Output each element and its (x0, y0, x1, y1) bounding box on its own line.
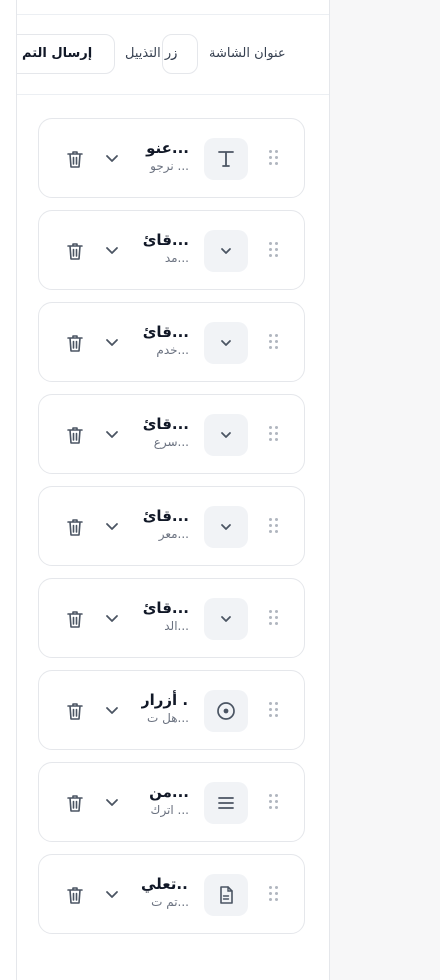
chevron-down-icon (204, 506, 248, 548)
delete-icon[interactable] (65, 332, 85, 354)
radio-icon (204, 690, 248, 732)
field-subtitle: خدم... (156, 343, 189, 357)
field-text: قائ... خدم... (141, 322, 189, 358)
drag-handle-icon[interactable] (269, 150, 281, 168)
submit-button-input[interactable]: إرسال التم (17, 34, 115, 74)
chevron-down-icon (204, 414, 248, 456)
field-card[interactable]: أزرار ... هل ت... (38, 670, 305, 750)
field-title: من... (149, 783, 189, 801)
delete-icon[interactable] (65, 148, 85, 170)
drag-handle-icon[interactable] (269, 242, 281, 260)
field-title: قائ... (142, 599, 189, 617)
drag-handle-icon[interactable] (269, 610, 281, 628)
screen-title-label: عنوان الشاشة (209, 46, 286, 61)
expand-chevron-icon[interactable] (103, 517, 121, 535)
field-text: من... اترك ... (141, 782, 189, 818)
chevron-down-icon (204, 230, 248, 272)
field-text: أزرار ... هل ت... (141, 690, 189, 726)
field-title: قائ... (142, 323, 189, 341)
field-text: تعلي... تم ت... (141, 874, 189, 910)
field-card[interactable]: قائ... الد... (38, 578, 305, 658)
delete-icon[interactable] (65, 424, 85, 446)
field-title: تعلي... (141, 875, 189, 893)
field-card[interactable]: تعلي... تم ت... (38, 854, 305, 934)
field-title: عنو... (146, 139, 189, 157)
delete-icon[interactable] (65, 516, 85, 538)
field-text: عنو... نرجو ... (141, 138, 189, 174)
expand-chevron-icon[interactable] (103, 701, 121, 719)
field-subtitle: مد... (164, 251, 189, 265)
field-title: قائ... (142, 415, 189, 433)
field-card[interactable]: قائ... معر... (38, 486, 305, 566)
field-subtitle: تم ت... (151, 895, 189, 909)
field-card[interactable]: قائ... خدم... (38, 302, 305, 382)
chevron-down-icon (204, 598, 248, 640)
workspace-background (329, 0, 440, 980)
delete-icon[interactable] (65, 608, 85, 630)
field-card[interactable]: عنو... نرجو ... (38, 118, 305, 198)
field-subtitle: سرع... (153, 435, 189, 449)
field-title: قائ... (142, 231, 189, 249)
field-title: أزرار ... (141, 691, 189, 709)
field-text: قائ... معر... (141, 506, 189, 542)
field-title: قائ... (142, 507, 189, 525)
field-subtitle: معر... (158, 527, 189, 541)
field-text: قائ... مد... (141, 230, 189, 266)
field-card[interactable]: قائ... سرع... (38, 394, 305, 474)
field-card[interactable]: من... اترك ... (38, 762, 305, 842)
field-subtitle: الد... (164, 619, 189, 633)
screen-settings-bar: عنوان الشاشة ز زر التذييل إرسال التم (17, 16, 329, 95)
drag-handle-icon[interactable] (269, 426, 281, 444)
drag-handle-icon[interactable] (269, 334, 281, 352)
paragraph-icon (204, 782, 248, 824)
field-subtitle: نرجو ... (150, 159, 189, 173)
expand-chevron-icon[interactable] (103, 241, 121, 259)
expand-chevron-icon[interactable] (103, 609, 121, 627)
expand-chevron-icon[interactable] (103, 149, 121, 167)
delete-icon[interactable] (65, 240, 85, 262)
field-text: قائ... الد... (141, 598, 189, 634)
delete-icon[interactable] (65, 700, 85, 722)
divider (17, 14, 329, 15)
text-icon (204, 138, 248, 180)
drag-handle-icon[interactable] (269, 518, 281, 536)
expand-chevron-icon[interactable] (103, 425, 121, 443)
document-icon (204, 874, 248, 916)
drag-handle-icon[interactable] (269, 886, 281, 904)
delete-icon[interactable] (65, 792, 85, 814)
field-subtitle: هل ت... (147, 711, 189, 725)
drag-handle-icon[interactable] (269, 702, 281, 720)
field-subtitle: اترك ... (150, 803, 189, 817)
field-card[interactable]: قائ... مد... (38, 210, 305, 290)
drag-handle-icon[interactable] (269, 794, 281, 812)
footer-button-label: زر التذييل (125, 46, 178, 61)
expand-chevron-icon[interactable] (103, 885, 121, 903)
field-text: قائ... سرع... (141, 414, 189, 450)
expand-chevron-icon[interactable] (103, 333, 121, 351)
delete-icon[interactable] (65, 884, 85, 906)
expand-chevron-icon[interactable] (103, 793, 121, 811)
chevron-down-icon (204, 322, 248, 364)
